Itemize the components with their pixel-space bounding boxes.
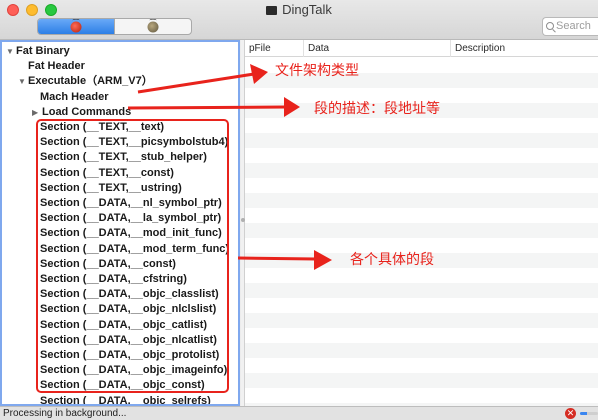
column-header-pfile[interactable]: pFile <box>245 40 304 57</box>
progress-fill <box>580 412 588 415</box>
tree-row-label: Fat Binary <box>16 45 70 57</box>
table-row[interactable] <box>245 208 598 223</box>
tree-row[interactable]: ▼ Fat Binary <box>6 44 70 59</box>
table-row[interactable] <box>245 193 598 208</box>
table-row[interactable] <box>245 298 598 313</box>
sections-highlight-box <box>36 119 229 393</box>
table-row[interactable] <box>245 163 598 178</box>
disclosure-collapsed-icon[interactable]: ▶ <box>32 105 42 120</box>
table-row[interactable] <box>245 373 598 388</box>
tree-row[interactable]: ▼ Executable（ARM_V7） <box>18 74 153 89</box>
detail-table: pFile Data Description <box>245 40 598 406</box>
toolbar: DingTalk Search <box>0 0 598 40</box>
table-row[interactable] <box>245 118 598 133</box>
table-row[interactable] <box>245 328 598 343</box>
red-bug-icon <box>70 21 82 32</box>
stop-processing-button[interactable]: ✕ <box>565 408 576 419</box>
tree-row[interactable]: Section (__DATA,__objc_selrefs) <box>40 394 211 406</box>
search-placeholder: Search <box>556 20 591 32</box>
tree-row-label: Mach Header <box>40 90 109 103</box>
window-title-area: DingTalk <box>0 2 598 17</box>
tree-row-label: Load Commands <box>42 105 132 118</box>
table-row[interactable] <box>245 223 598 238</box>
arch-segmented-control <box>37 18 192 35</box>
tree-row-label: Executable（ARM_V7） <box>28 75 153 88</box>
annotation-load-commands: 段的描述：段地址等 <box>314 101 440 117</box>
tree-row[interactable]: Fat Header <box>28 59 85 74</box>
table-row[interactable] <box>245 313 598 328</box>
progress-bar <box>580 412 598 415</box>
app-icon <box>266 6 278 15</box>
status-text: Processing in background... <box>3 408 127 419</box>
grey-bug-icon <box>147 21 159 32</box>
table-row[interactable] <box>245 148 598 163</box>
tree-row-label: Fat Header <box>28 60 85 73</box>
tree-row[interactable]: Mach Header <box>40 90 108 105</box>
table-row[interactable] <box>245 358 598 373</box>
table-row[interactable] <box>245 268 598 283</box>
column-header-data[interactable]: Data <box>304 40 451 57</box>
window-title: DingTalk <box>282 2 332 17</box>
tree-row[interactable]: ▶ Load Commands <box>32 105 131 120</box>
annotation-file-type: 文件架构类型 <box>275 63 359 79</box>
table-header: pFile Data Description <box>245 40 598 57</box>
status-bar: Processing in background... ✕ <box>0 406 598 420</box>
segment-grey-bug[interactable] <box>114 19 191 34</box>
table-row[interactable] <box>245 343 598 358</box>
disclosure-expanded-icon[interactable]: ▼ <box>18 74 28 89</box>
disclosure-expanded-icon[interactable]: ▼ <box>6 44 16 59</box>
tree-row-label: Section (__DATA,__objc_selrefs) <box>40 394 211 406</box>
search-icon <box>546 22 554 30</box>
column-header-description[interactable]: Description <box>451 40 598 57</box>
table-row[interactable] <box>245 388 598 403</box>
table-row[interactable] <box>245 283 598 298</box>
segment-red-bug[interactable] <box>38 19 114 34</box>
search-field[interactable]: Search <box>542 17 598 36</box>
table-row[interactable] <box>245 133 598 148</box>
annotation-sections: 各个具体的段 <box>350 252 434 268</box>
table-row[interactable] <box>245 178 598 193</box>
